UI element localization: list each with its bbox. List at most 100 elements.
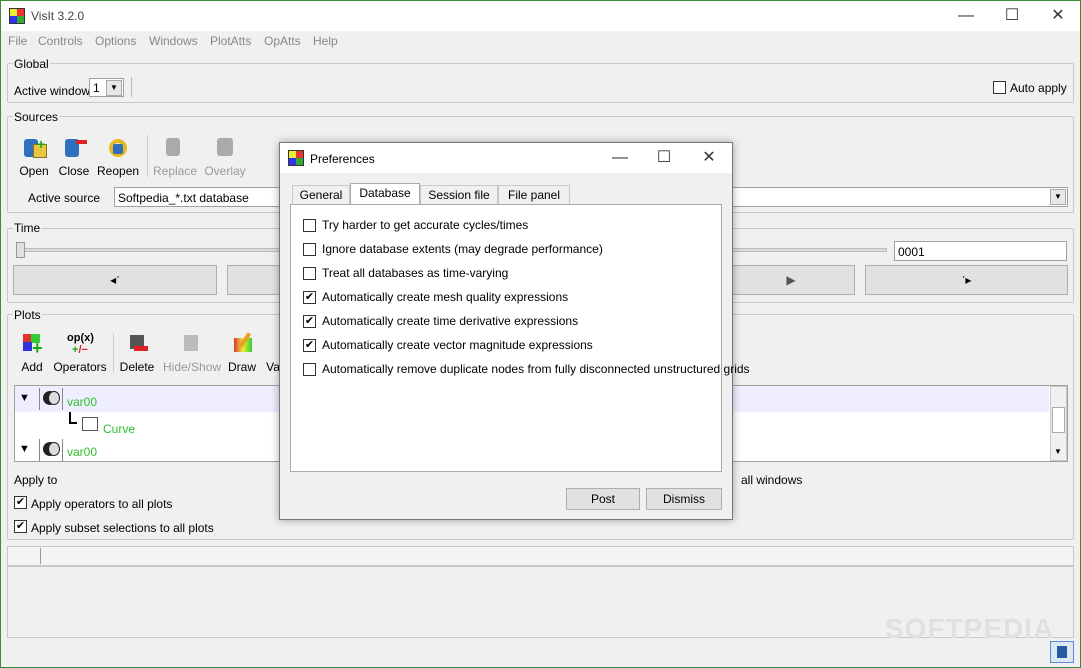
overlay-icon [212, 136, 238, 162]
delete-plot-button[interactable]: Delete [117, 332, 157, 374]
prev-frame-button[interactable]: ◂ॱ [13, 265, 217, 295]
open-button[interactable]: + Open [17, 136, 51, 178]
active-window-combo[interactable]: 1 ▼ [89, 78, 124, 97]
open-database-icon: + [21, 136, 47, 162]
tab-file-panel[interactable]: File panel [498, 185, 570, 205]
preferences-dialog: Preferences — ☐ ✕ General Database Sessi… [279, 142, 750, 520]
visit-logo-icon [9, 8, 25, 24]
add-plot-button[interactable]: + Add [15, 332, 49, 374]
draw-brush-icon [229, 332, 255, 358]
option-vector-magnitude[interactable]: ✔ Automatically create vector magnitude e… [303, 338, 593, 356]
softpedia-watermark: SOFTPEDIA [885, 613, 1055, 644]
menu-plotatts[interactable]: PlotAtts [210, 34, 251, 48]
all-windows-label: all windows [741, 473, 803, 487]
option-time-derivative[interactable]: ✔ Automatically create time derivative ex… [303, 314, 578, 332]
post-button[interactable]: Post [566, 488, 640, 510]
tab-general[interactable]: General [292, 185, 350, 205]
menu-opatts[interactable]: OpAtts [264, 34, 301, 48]
status-area [7, 546, 1074, 566]
step-forward-icon: ॱ▸ [961, 273, 972, 287]
curve-plot-icon [82, 417, 98, 431]
play-button[interactable]: ▶ [727, 265, 855, 295]
checkbox[interactable] [303, 219, 316, 233]
hide-show-icon [178, 332, 204, 358]
expand-triangle-icon[interactable]: ▼ [19, 392, 30, 404]
checkbox[interactable] [303, 267, 316, 281]
apply-subsets-checkbox[interactable]: ✔ [14, 520, 27, 533]
option-ignore-extents[interactable]: Ignore database extents (may degrade per… [303, 242, 603, 260]
plot-var-label: var00 [67, 395, 98, 409]
curve-label: Curve [103, 422, 136, 436]
maximize-button[interactable]: ☐ [989, 1, 1035, 31]
dialog-minimize-button[interactable]: — [597, 143, 643, 173]
time-label: Time [13, 221, 42, 235]
apply-to-label: Apply to [14, 473, 58, 487]
reopen-icon [105, 136, 131, 162]
option-mesh-quality[interactable]: ✔ Automatically create mesh quality expre… [303, 290, 568, 308]
dialog-title-bar: Preferences — ☐ ✕ [280, 143, 732, 173]
divider [113, 333, 114, 373]
window-title: VisIt 3.2.0 [31, 9, 85, 23]
draw-button[interactable]: Draw [225, 332, 259, 374]
checkbox[interactable]: ✔ [303, 291, 316, 305]
close-source-button[interactable]: Close [57, 136, 91, 178]
sources-label: Sources [13, 110, 60, 124]
replace-icon [161, 136, 187, 162]
reopen-button[interactable]: Reopen [97, 136, 139, 178]
scrollbar-thumb[interactable] [1052, 407, 1065, 433]
option-time-varying[interactable]: Treat all databases as time-varying [303, 266, 508, 284]
dialog-maximize-button[interactable]: ☐ [641, 143, 687, 173]
dialog-close-button[interactable]: ✕ [686, 143, 732, 173]
option-accurate-cycles[interactable]: Try harder to get accurate cycles/times [303, 218, 528, 236]
dismiss-button[interactable]: Dismiss [646, 488, 722, 510]
checkbox[interactable]: ✔ [303, 339, 316, 353]
active-source-label: Active source [28, 191, 101, 205]
add-plot-icon: + [19, 332, 45, 358]
overlay-button[interactable]: Overlay [204, 136, 246, 178]
operators-icon: op(x) +/− [67, 332, 94, 356]
close-button[interactable]: ✕ [1035, 1, 1081, 31]
delete-plot-icon [124, 332, 150, 358]
dialog-title: Preferences [310, 152, 375, 166]
global-group [7, 63, 1074, 103]
apply-subsets-label: Apply subset selections to all plots [31, 521, 214, 535]
checkbox[interactable]: ✔ [303, 315, 316, 329]
menu-controls[interactable]: Controls [38, 34, 83, 48]
plot-var-label: var00 [67, 445, 98, 459]
apply-operators-label: Apply operators to all plots [31, 497, 173, 511]
tab-database[interactable]: Database [350, 183, 420, 206]
minimize-button[interactable]: — [943, 1, 989, 31]
auto-apply-checkbox[interactable] [993, 81, 1006, 94]
divider [131, 77, 132, 97]
menu-options[interactable]: Options [95, 34, 136, 48]
operators-button[interactable]: op(x) +/− Operators [51, 332, 109, 374]
chevron-down-icon[interactable]: ▼ [1054, 447, 1062, 456]
divider [40, 548, 41, 564]
step-back-icon: ◂ॱ [110, 273, 120, 287]
apply-operators-checkbox[interactable]: ✔ [14, 496, 27, 509]
play-icon: ▶ [786, 273, 796, 287]
plots-label: Plots [13, 308, 42, 322]
checkbox[interactable] [303, 363, 316, 377]
next-frame-button[interactable]: ॱ▸ [865, 265, 1068, 295]
menu-help[interactable]: Help [313, 34, 338, 48]
option-remove-duplicate-nodes[interactable]: Automatically remove duplicate nodes fro… [303, 362, 750, 380]
hide-show-button[interactable]: Hide/Show [163, 332, 221, 374]
tab-session-file[interactable]: Session file [420, 185, 498, 205]
visit-logo-icon [288, 150, 304, 166]
chevron-down-icon: ▼ [106, 80, 122, 96]
plot-visibility-icon [39, 439, 63, 461]
menu-bar: File Controls Options Windows PlotAtts O… [1, 31, 1080, 51]
checkbox[interactable] [303, 243, 316, 257]
divider [147, 135, 148, 177]
plot-list-scrollbar[interactable]: ▼ [1050, 386, 1067, 461]
expand-triangle-icon[interactable]: ▼ [19, 443, 30, 455]
close-database-icon [61, 136, 87, 162]
information-icon[interactable] [1050, 641, 1074, 663]
replace-button[interactable]: Replace [153, 136, 197, 178]
menu-windows[interactable]: Windows [149, 34, 198, 48]
menu-file[interactable]: File [8, 34, 27, 48]
time-slider-handle[interactable] [16, 242, 25, 258]
reverse-play-button[interactable] [227, 265, 287, 295]
time-state-field[interactable]: 0001 [894, 241, 1067, 261]
